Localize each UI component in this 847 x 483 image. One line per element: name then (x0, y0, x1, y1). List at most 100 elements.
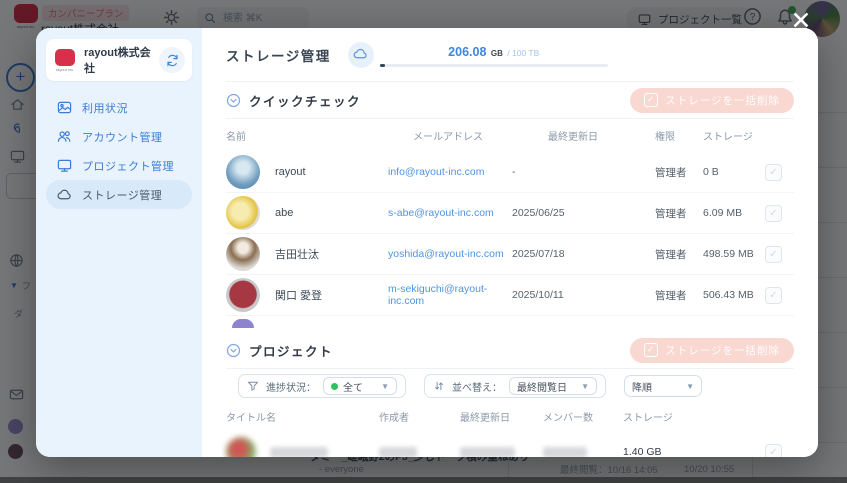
cloud-icon (57, 187, 72, 202)
logo-mark (55, 48, 75, 66)
company-selector[interactable]: rayout inc. rayout株式会社 (46, 39, 192, 81)
row-checkbox[interactable] (765, 443, 782, 457)
bulk-delete-button[interactable]: ストレージを一括削除 (630, 337, 794, 363)
modal-sidebar: rayout inc. rayout株式会社 利用状況 アカウント管理 プロジェ… (36, 28, 202, 457)
order-select[interactable]: 降順 ▼ (624, 375, 702, 397)
next-row-avatar-peek (232, 319, 254, 328)
sort-filter-group: 並べ替え： 最終閲覧日 ▼ (424, 374, 606, 398)
role: 管理者 (655, 207, 687, 220)
row-checkbox[interactable] (765, 286, 782, 304)
modal-main: ストレージ管理 206.08 GB / 100 TB クイックチェック ✓ スト… (202, 28, 818, 457)
avatar (226, 196, 260, 230)
row-checkbox[interactable] (765, 245, 782, 263)
company-logo: rayout inc. (53, 48, 77, 72)
col-title: タイトル名 (226, 412, 276, 424)
sync-button[interactable] (159, 47, 185, 73)
bulk-delete-button[interactable]: ストレージを一括削除 (630, 87, 794, 113)
status-filter-label: 進捗状況： (266, 382, 316, 394)
storage-used-value: 206.08 (448, 44, 487, 59)
email-link[interactable]: m-sekiguchi@rayout-inc.com (388, 283, 512, 307)
nav-item-projects[interactable]: プロジェクト管理 (46, 151, 192, 180)
project-title-blurred (270, 446, 328, 457)
member-name: rayout (275, 166, 306, 178)
chevron-down-circle-icon[interactable] (226, 343, 241, 358)
sort-select[interactable]: 最終閲覧日 ▼ (509, 377, 597, 395)
email-link[interactable]: s-abe@rayout-inc.com (388, 207, 512, 219)
member-name: abe (275, 207, 294, 219)
nav-item-accounts[interactable]: アカウント管理 (46, 122, 192, 151)
funnel-icon (247, 380, 259, 392)
checkbox-icon (644, 93, 659, 107)
updated-date: 2025/10/11 (512, 289, 564, 301)
usage-icon (57, 100, 72, 115)
email-link[interactable]: info@rayout-inc.com (388, 166, 512, 178)
table-row: 吉田壮汰 yoshida@rayout-inc.com 2025/07/18 管… (226, 234, 794, 275)
sort-filter-label: 並べ替え： (452, 382, 502, 394)
order-value: 降順 (632, 382, 652, 394)
company-name: rayout株式会社 (84, 47, 151, 75)
avatar (226, 155, 260, 189)
logo-caption: rayout inc. (55, 66, 75, 72)
creator-blurred (379, 446, 417, 457)
status-select[interactable]: 全て ▼ (323, 377, 397, 395)
nav-label: 利用状況 (82, 102, 128, 115)
project-row: 1.40 GB (226, 431, 794, 457)
role: 管理者 (655, 166, 687, 179)
nav-label: アカウント管理 (82, 131, 163, 144)
storage-header: ストレージ管理 206.08 GB / 100 TB (226, 28, 794, 82)
table-row: abe s-abe@rayout-inc.com 2025/06/25 管理者 … (226, 193, 794, 234)
storage-size: 6.09 MB (703, 207, 743, 219)
table-row: rayout info@rayout-inc.com - 管理者 0 B (226, 152, 794, 193)
chevron-down-icon: ▼ (381, 381, 389, 391)
storage-management-modal: rayout inc. rayout株式会社 利用状況 アカウント管理 プロジェ… (36, 28, 818, 457)
nav-label: ストレージ管理 (82, 189, 163, 202)
row-checkbox[interactable] (765, 204, 782, 222)
project-filters: 進捗状況： 全て ▼ 並べ替え： 最終閲覧日 ▼ 降順 ▼ (238, 374, 794, 398)
member-name: 関口 愛登 (275, 290, 323, 302)
project-avatar-blurred (226, 437, 256, 457)
sort-icon (433, 380, 445, 392)
row-checkbox[interactable] (765, 163, 782, 181)
table-row: 関口 愛登 m-sekiguchi@rayout-inc.com 2025/10… (226, 275, 794, 316)
col-updated: 最終更新日 (548, 132, 598, 143)
avatar (226, 278, 260, 312)
storage-progress-fill (379, 63, 385, 67)
status-value: 全て (343, 382, 363, 394)
email-link[interactable]: yoshida@rayout-inc.com (388, 248, 512, 260)
nav-item-storage[interactable]: ストレージ管理 (46, 180, 192, 209)
col-storage: ストレージ (703, 132, 753, 143)
updated-date: 2025/07/18 (512, 248, 565, 260)
updated-date: 2025/06/25 (512, 207, 565, 219)
role: 管理者 (655, 289, 687, 302)
nav-item-usage[interactable]: 利用状況 (46, 93, 192, 122)
storage-progress-bar (379, 63, 608, 67)
sort-value: 最終閲覧日 (517, 382, 567, 394)
storage-used-unit: GB (490, 48, 503, 58)
updated-date: - (512, 166, 516, 178)
close-icon[interactable]: ✕ (785, 4, 817, 38)
role: 管理者 (655, 248, 687, 261)
storage-size: 498.59 MB (703, 248, 754, 260)
bulk-delete-label: ストレージを一括削除 (665, 344, 780, 357)
status-filter-group: 進捗状況： 全て ▼ (238, 374, 406, 398)
chevron-down-icon: ▼ (686, 381, 694, 391)
users-icon (57, 129, 72, 144)
chevron-down-circle-icon[interactable] (226, 93, 241, 108)
modal-nav: 利用状況 アカウント管理 プロジェクト管理 ストレージ管理 (46, 93, 192, 209)
col-role: 権限 (655, 132, 675, 143)
col-storage: ストレージ (623, 412, 673, 424)
section-title: クイックチェック (249, 94, 362, 109)
col-members: メンバー数 (543, 412, 593, 424)
bulk-delete-label: ストレージを一括削除 (665, 94, 780, 107)
nav-label: プロジェクト管理 (82, 160, 174, 173)
storage-size: 506.43 MB (703, 289, 754, 301)
storage-usage: 206.08 GB / 100 TB (379, 43, 608, 67)
page-title: ストレージ管理 (226, 48, 331, 64)
quick-check-header: クイックチェック ストレージを一括削除 (226, 82, 794, 119)
member-name: 吉田壮汰 (275, 249, 319, 261)
project-column-headers: タイトル名 作成者 最終更新日 メンバー数 ストレージ (226, 401, 794, 431)
chevron-down-icon: ▼ (581, 381, 589, 391)
section-title: プロジェクト (249, 344, 334, 359)
col-name: 名前 (226, 132, 246, 143)
col-creator: 作成者 (379, 412, 409, 424)
